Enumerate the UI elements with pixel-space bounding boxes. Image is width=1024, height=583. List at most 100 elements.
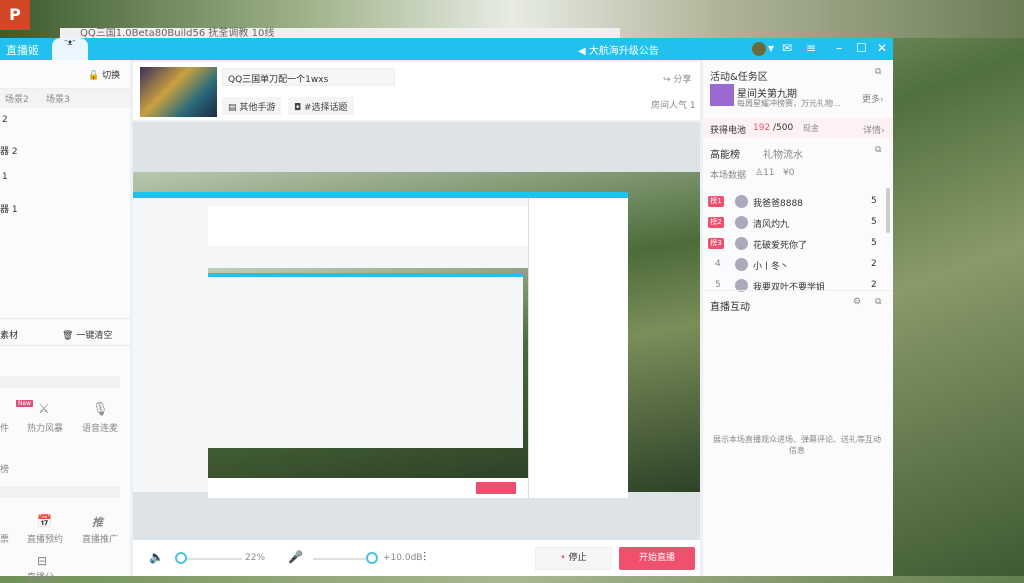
equalizer-icon[interactable]: ⫶	[423, 550, 426, 565]
clear-all-button[interactable]: 🗑 一键清空	[62, 328, 112, 341]
clear-label: 一键清空	[76, 331, 113, 341]
rank-row[interactable]: 榜2 清风灼九 5	[703, 215, 883, 231]
details-link[interactable]: 详情›	[863, 123, 885, 136]
popout-icon[interactable]: ⧉	[875, 67, 881, 77]
scene-tab-3[interactable]: 场景3	[46, 92, 70, 105]
promote-icon[interactable]: 推	[92, 514, 103, 530]
rank-user-name: 清风灼九	[753, 220, 790, 230]
topic-label: #选择话题	[303, 103, 348, 113]
rank-badge: 榜3	[708, 238, 724, 249]
rank-score: 2	[871, 280, 877, 290]
rank-row[interactable]: 4 小丨冬丶 2	[703, 257, 883, 273]
powerpoint-icon[interactable]: P	[0, 0, 30, 30]
settings-icon[interactable]: ⚙	[853, 297, 861, 307]
share-button[interactable]: ↪ 分享	[663, 72, 691, 85]
rank-badge: 5	[715, 280, 721, 290]
voice-link-icon[interactable]: 🎙	[92, 402, 109, 417]
rank-badge: 4	[715, 259, 721, 269]
mic-gain-value: +10.0dB	[383, 553, 423, 563]
mic-slider[interactable]	[313, 558, 373, 560]
source-item[interactable]: 器 2	[0, 144, 18, 157]
stop-label: 停止	[568, 553, 587, 563]
rank-score: 5	[871, 238, 877, 248]
speaker-icon[interactable]: 🔈	[149, 550, 164, 564]
tool-label[interactable]: 热力风暴	[27, 421, 63, 434]
tool-label[interactable]: 直播推广	[82, 532, 118, 545]
avatar	[735, 216, 748, 229]
source-item[interactable]: 器 1	[0, 202, 18, 215]
income: ¥0	[783, 168, 795, 178]
interact-desc: 展示本场直播观众进场、弹幕评论、送礼等互动信息	[713, 435, 881, 455]
source-item[interactable]: 2	[2, 115, 8, 125]
avatar	[735, 258, 748, 271]
cash-label: 现金	[803, 124, 819, 133]
microphone-icon[interactable]: 🎤	[288, 550, 303, 564]
new-badge: New	[16, 400, 34, 407]
trash-icon: 🗑	[62, 331, 74, 341]
rank-row[interactable]: 5 我要双叶不要学姐 2	[703, 278, 883, 294]
mic-knob[interactable]	[366, 552, 378, 564]
share-label: 分享	[673, 75, 692, 85]
interact-title: 直播互动	[710, 302, 750, 313]
rank-badge: 榜1	[708, 196, 724, 207]
mail-icon[interactable]: ✉	[782, 41, 792, 55]
popout-icon[interactable]: ⧉	[875, 297, 881, 307]
section-label: 榜	[0, 465, 10, 475]
maximize-icon[interactable]: ☐	[856, 41, 867, 55]
nested-preview-window	[133, 192, 628, 498]
topic-tag[interactable]: ◘ #选择话题	[288, 97, 354, 115]
calendar-icon[interactable]: 📅	[37, 514, 52, 528]
volume-knob[interactable]	[175, 552, 187, 564]
right-panel: 活动&任务区 ⧉ 星间关第九期 每周星耀冲榜赛，万元礼物... 更多› 获得电池…	[703, 60, 893, 576]
stop-button[interactable]: • 停止	[535, 547, 612, 570]
event-icon[interactable]	[710, 84, 734, 106]
rank-row[interactable]: 榜3 花破爱死你了 5	[703, 236, 883, 252]
left-panel: 🔓 切换 场景2 场景3 2 器 2 1 器 1 素材 🗑 一键清空 New 件…	[0, 60, 130, 583]
scene-tab-2[interactable]: 场景2	[5, 92, 29, 105]
minimize-icon[interactable]: –	[836, 41, 842, 55]
tool-label[interactable]: 直播预约	[27, 532, 63, 545]
avatar	[735, 237, 748, 250]
notice-link[interactable]: ◀ 大航海升级公告	[578, 42, 659, 57]
scrollbar[interactable]	[886, 188, 890, 233]
start-live-button[interactable]: 开始直播	[619, 547, 695, 570]
more-link[interactable]: 更多›	[862, 92, 884, 105]
stats-label: 本场数据	[710, 171, 747, 181]
rank-score: 5	[871, 196, 877, 206]
popout-icon[interactable]: ⧉	[875, 145, 881, 155]
source-item[interactable]: 1	[2, 172, 8, 182]
rank-user-name: 我要双叶不要学姐	[753, 283, 826, 293]
switch-label: 切换	[102, 71, 121, 81]
stream-title-input[interactable]: QQ三国单刀配一个1wxs	[222, 68, 395, 86]
switch-button[interactable]: 🔓 切换	[88, 68, 120, 81]
notice-text: 大航海升级公告	[588, 46, 659, 57]
share-box-icon[interactable]: ⊟	[37, 554, 47, 568]
stream-info-header: QQ三国单刀配一个1wxs ▤ 其他手游 ◘ #选择话题 ↪ 分享 房间人气 1	[133, 62, 700, 120]
viewers-count: ♙11	[755, 168, 775, 178]
menu-icon[interactable]: ≡	[806, 41, 816, 55]
rank-user-name: 小丨冬丶	[753, 262, 790, 272]
tool-label[interactable]: 直播分...	[27, 570, 63, 583]
tab-gift-flow[interactable]: 礼物流水	[763, 146, 803, 161]
rank-row[interactable]: 榜1 我爸爸8888 5	[703, 194, 883, 210]
activity-title: 活动&任务区	[710, 72, 768, 83]
tab-rank[interactable]: 高能榜	[710, 146, 740, 161]
cover-thumbnail[interactable]	[140, 67, 217, 117]
room-popularity: 房间人气 1	[651, 101, 696, 111]
battery-total: /500	[773, 123, 794, 133]
material-button[interactable]: 素材	[0, 328, 18, 341]
heat-storm-icon[interactable]: ⚔	[38, 402, 50, 417]
battery-row: 获得电池 192 /500 现金 详情›	[703, 118, 893, 138]
more-label: 更多	[862, 95, 881, 105]
tool-label[interactable]: 件	[0, 421, 9, 434]
chevron-down-icon[interactable]: ▾	[768, 41, 774, 55]
user-avatar[interactable]	[752, 42, 766, 56]
live-preview[interactable]	[133, 172, 700, 498]
rank-user-name: 花破爱死你了	[753, 241, 808, 251]
tool-label[interactable]: 票	[0, 532, 9, 545]
category-tag[interactable]: ▤ 其他手游	[222, 97, 282, 115]
rank-badge: 榜2	[708, 217, 724, 228]
close-icon[interactable]: ✕	[877, 41, 887, 55]
tool-label[interactable]: 语音连麦	[82, 421, 118, 434]
rank-score: 2	[871, 259, 877, 269]
